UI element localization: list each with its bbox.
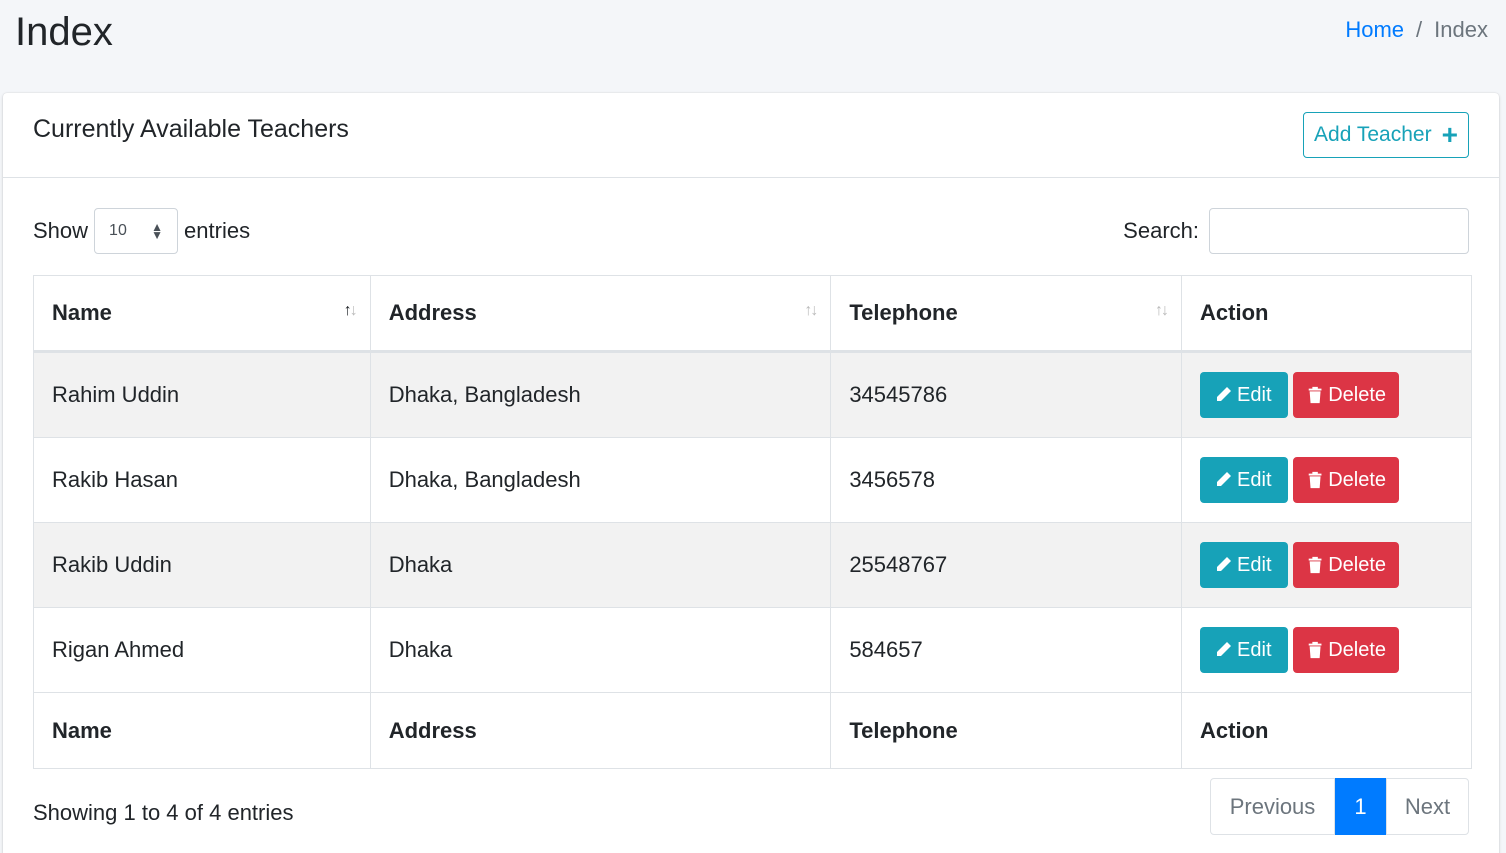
add-teacher-button[interactable]: Add Teacher + [1303, 112, 1469, 158]
edit-button[interactable]: Edit [1200, 372, 1289, 418]
trash-icon [1308, 556, 1322, 574]
table-row: Rahim Uddin Dhaka, Bangladesh 34545786 E… [33, 351, 1472, 438]
pencil-icon [1217, 472, 1232, 486]
sort-icon: ↑↓ [804, 302, 818, 319]
cell-name: Rigan Ahmed [33, 607, 371, 693]
page-1-button[interactable]: 1 [1335, 778, 1386, 835]
sort-updown-icon: ▲ ▼ [151, 220, 164, 242]
search-control: Search: [1123, 208, 1469, 254]
table-info: Showing 1 to 4 of 4 entries [33, 800, 294, 825]
cell-address: Dhaka, Bangladesh [369, 351, 832, 438]
delete-button[interactable]: Delete [1293, 372, 1400, 418]
teachers-card: Currently Available Teachers Add Teacher… [3, 93, 1499, 853]
cell-telephone: 25548767 [830, 522, 1183, 608]
breadcrumb-separator: / [1416, 17, 1423, 42]
pencil-icon [1217, 557, 1232, 571]
card-header: Currently Available Teachers Add Teacher… [3, 93, 1499, 178]
column-header-name[interactable]: Name ↑↓ [33, 275, 371, 353]
table-row: Rakib Uddin Dhaka 25548767 Edit Delete [33, 522, 1472, 608]
trash-icon [1308, 471, 1322, 489]
teachers-table: Name ↑↓ Address ↑↓ Telephone ↑↓ Action Rahi… [33, 275, 1472, 769]
card-title: Currently Available Teachers [33, 115, 349, 143]
column-header-address[interactable]: Address ↑↓ [369, 275, 832, 353]
cell-action: Edit Delete [1181, 607, 1472, 693]
edit-button[interactable]: Edit [1200, 542, 1289, 588]
show-label: Show [33, 218, 89, 243]
cell-action: Edit Delete [1181, 351, 1472, 438]
breadcrumb-home-link[interactable]: Home [1345, 17, 1404, 43]
search-input[interactable] [1209, 208, 1469, 254]
delete-button[interactable]: Delete [1293, 542, 1400, 588]
page-title: Index [15, 10, 113, 54]
table-row: Rigan Ahmed Dhaka 584657 Edit Delete [33, 607, 1472, 693]
entries-select[interactable]: 10 ▲ ▼ [94, 208, 179, 254]
entries-select-value: 10 [109, 222, 127, 239]
footer-action: Action [1181, 692, 1472, 769]
cell-name: Rakib Uddin [33, 522, 371, 608]
table-header-row: Name ↑↓ Address ↑↓ Telephone ↑↓ Action [33, 275, 1472, 353]
entries-control: Show 10 ▲ ▼ entries [33, 208, 250, 254]
cell-action: Edit Delete [1181, 522, 1472, 608]
footer-name: Name [33, 692, 371, 769]
cell-name: Rakib Hasan [33, 437, 371, 523]
trash-icon [1308, 386, 1322, 404]
column-header-telephone[interactable]: Telephone ↑↓ [830, 275, 1183, 353]
cell-action: Edit Delete [1181, 437, 1472, 523]
table-row: Rakib Hasan Dhaka, Bangladesh 3456578 Ed… [33, 437, 1472, 523]
cell-name: Rahim Uddin [33, 351, 371, 438]
edit-button[interactable]: Edit [1200, 627, 1289, 673]
breadcrumb-current: Index [1434, 17, 1488, 42]
next-button[interactable]: Next [1386, 778, 1469, 835]
pencil-icon [1217, 642, 1232, 656]
cell-telephone: 34545786 [830, 351, 1183, 438]
search-label: Search: [1123, 218, 1199, 243]
pencil-icon [1217, 387, 1232, 401]
cell-address: Dhaka, Bangladesh [369, 437, 832, 523]
table-footer-row: Name Address Telephone Action [33, 692, 1472, 769]
footer-telephone: Telephone [830, 692, 1183, 769]
sort-icon: ↑↓ [1155, 302, 1169, 319]
delete-button[interactable]: Delete [1293, 627, 1400, 673]
sort-ascending-icon: ↑↓ [343, 302, 358, 319]
cell-address: Dhaka [369, 607, 832, 693]
trash-icon [1308, 641, 1322, 659]
cell-address: Dhaka [369, 522, 832, 608]
plus-icon: + [1441, 119, 1458, 150]
cell-telephone: 3456578 [830, 437, 1183, 523]
delete-button[interactable]: Delete [1293, 457, 1400, 503]
breadcrumb: Home / Index [1345, 17, 1488, 43]
entries-label: entries [184, 218, 251, 243]
footer-address: Address [369, 692, 832, 769]
cell-telephone: 584657 [830, 607, 1183, 693]
previous-button[interactable]: Previous [1210, 778, 1335, 835]
edit-button[interactable]: Edit [1200, 457, 1289, 503]
add-teacher-label: Add Teacher [1314, 123, 1432, 146]
pagination: Previous 1 Next [1210, 778, 1469, 835]
column-header-action: Action [1181, 275, 1472, 353]
